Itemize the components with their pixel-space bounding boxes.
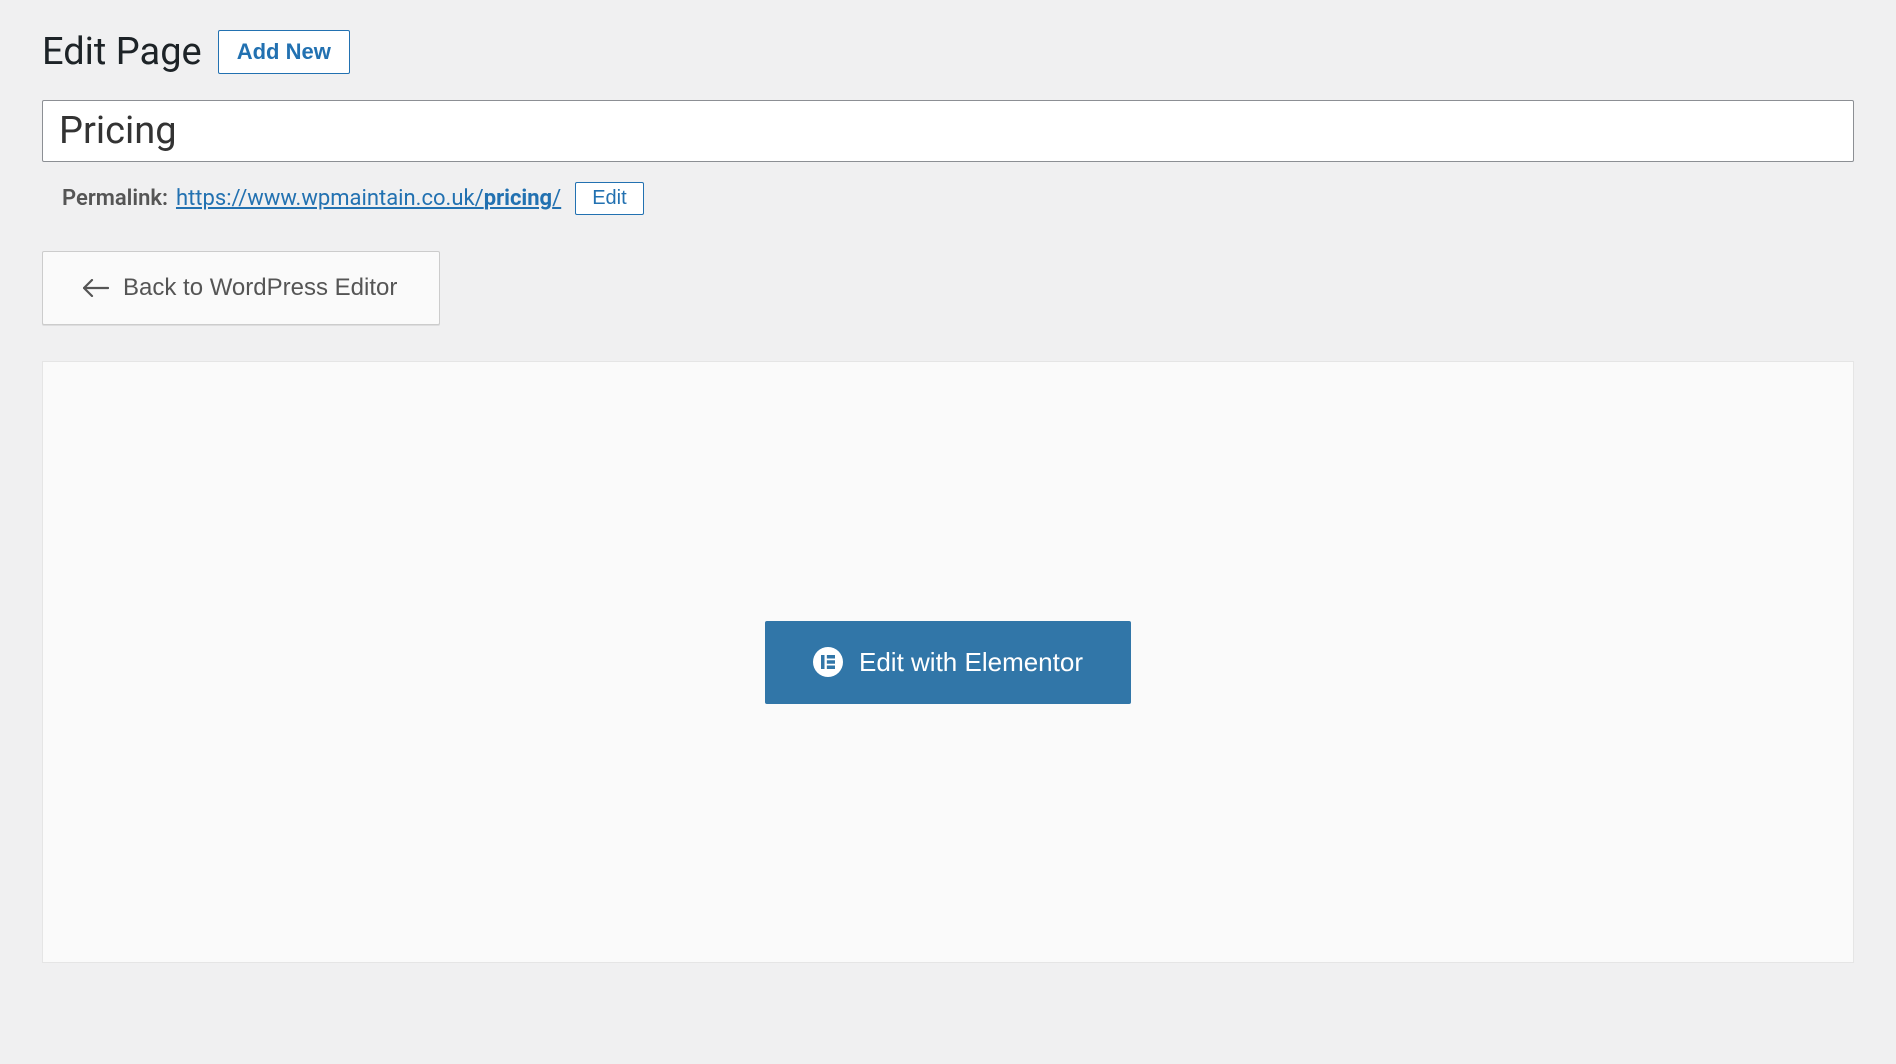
page-title-input[interactable] (42, 100, 1854, 162)
edit-with-elementor-button[interactable]: Edit with Elementor (765, 621, 1131, 704)
permalink-edit-button[interactable]: Edit (575, 182, 643, 215)
back-button-label: Back to WordPress Editor (123, 274, 397, 302)
permalink-trailing: / (552, 186, 561, 211)
permalink-base: https://www.wpmaintain.co.uk/ (176, 186, 484, 211)
permalink-slug: pricing (484, 186, 552, 211)
page-title: Edit Page (42, 30, 202, 74)
elementor-button-label: Edit with Elementor (859, 647, 1083, 678)
permalink-label: Permalink: (62, 186, 168, 211)
editor-panel: Edit with Elementor (42, 361, 1854, 963)
permalink-row: Permalink: https://www.wpmaintain.co.uk/… (42, 182, 1854, 215)
arrow-left-icon (83, 275, 109, 301)
page-header: Edit Page Add New (42, 30, 1854, 74)
add-new-button[interactable]: Add New (218, 30, 350, 74)
back-to-wp-editor-button[interactable]: Back to WordPress Editor (42, 251, 440, 325)
elementor-icon (813, 647, 843, 677)
permalink-link[interactable]: https://www.wpmaintain.co.uk/pricing/ (176, 186, 561, 211)
